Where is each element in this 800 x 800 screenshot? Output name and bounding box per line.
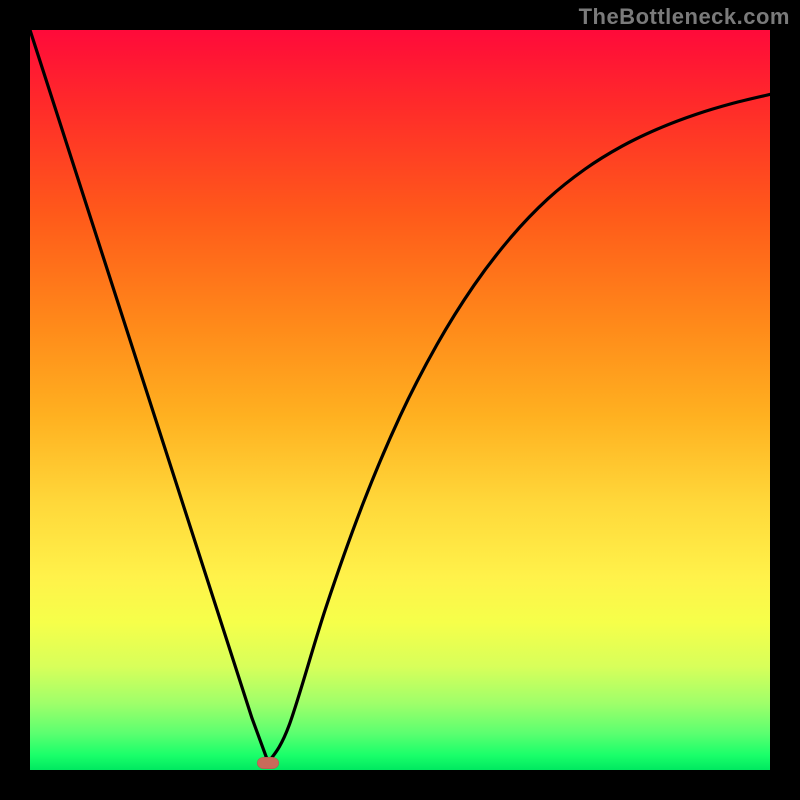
chart-frame: TheBottleneck.com (0, 0, 800, 800)
curve-svg (30, 30, 770, 770)
watermark-text: TheBottleneck.com (579, 4, 790, 30)
bottleneck-curve (30, 30, 770, 763)
minimum-marker (257, 757, 279, 769)
plot-area (30, 30, 770, 770)
